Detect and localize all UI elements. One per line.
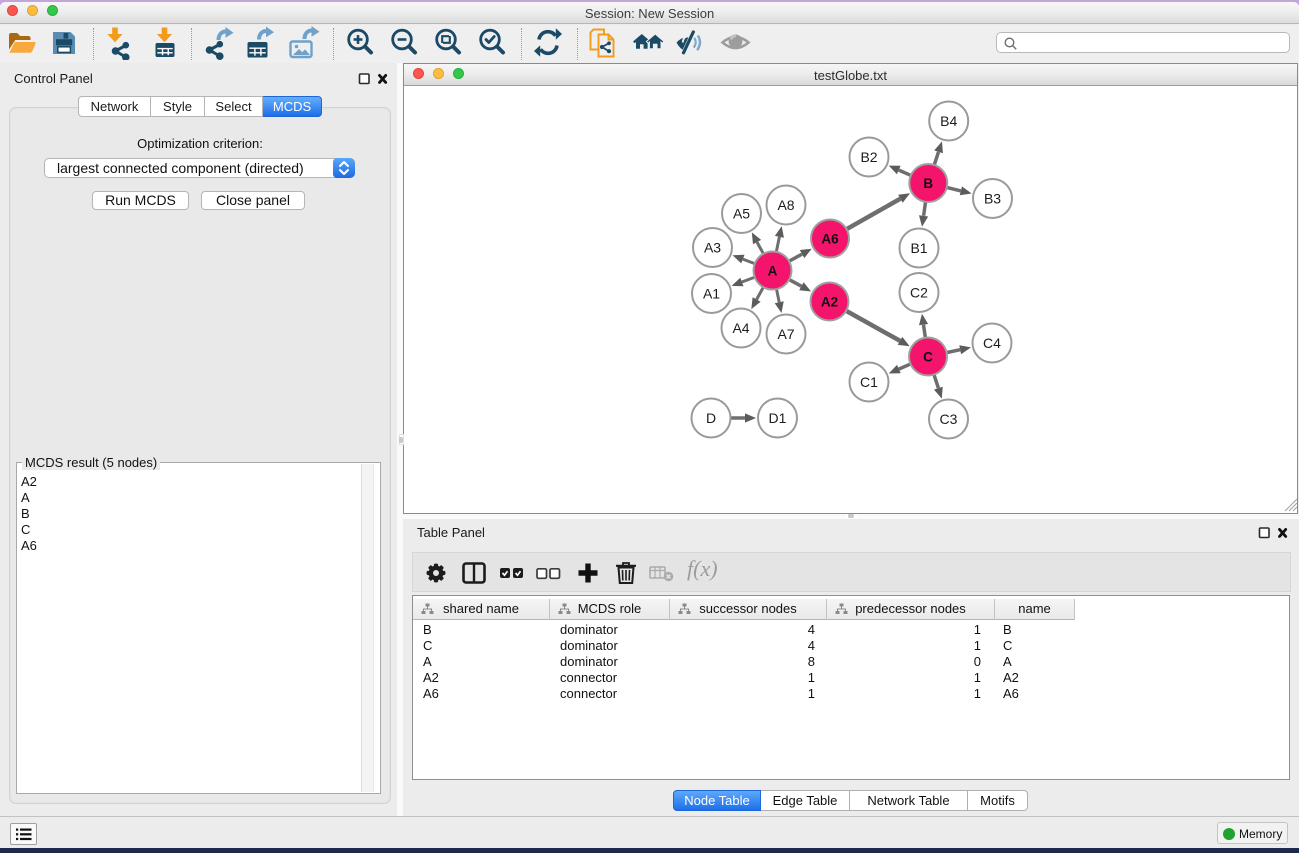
svg-text:B2: B2 [860, 149, 877, 165]
svg-text:A7: A7 [777, 326, 794, 342]
svg-text:C2: C2 [910, 284, 928, 300]
svg-text:B: B [923, 176, 933, 191]
svg-text:C3: C3 [940, 411, 958, 427]
svg-text:B1: B1 [910, 240, 927, 256]
svg-text:A8: A8 [777, 197, 794, 213]
svg-text:C1: C1 [860, 374, 878, 390]
svg-text:D1: D1 [769, 410, 787, 426]
svg-text:C: C [923, 349, 933, 364]
svg-text:A6: A6 [821, 231, 839, 246]
svg-text:A1: A1 [703, 285, 720, 301]
svg-text:f(x): f(x) [687, 556, 718, 581]
svg-text:A5: A5 [733, 205, 750, 221]
svg-text:B4: B4 [940, 113, 957, 129]
svg-text:B3: B3 [984, 190, 1001, 206]
svg-text:A: A [768, 263, 778, 278]
svg-text:A2: A2 [821, 294, 838, 309]
svg-text:D: D [706, 410, 716, 426]
svg-text:A4: A4 [732, 320, 749, 336]
svg-text:C4: C4 [983, 335, 1001, 351]
svg-text:A3: A3 [704, 239, 721, 255]
